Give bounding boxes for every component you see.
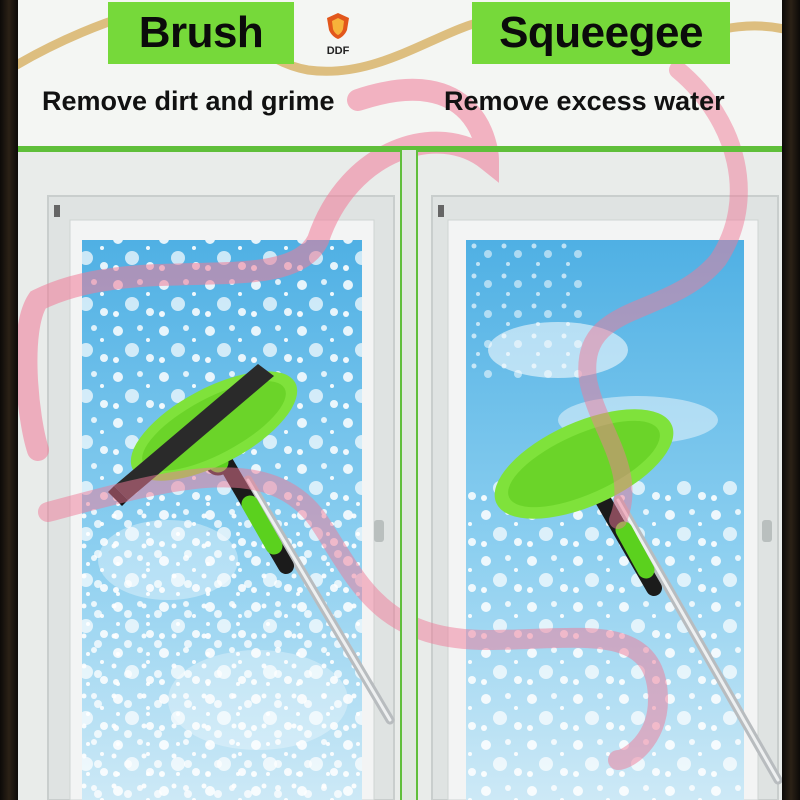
shield-logo-icon	[327, 13, 349, 39]
squeegee-title: Squeegee	[499, 8, 703, 57]
brush-title: Brush	[138, 8, 264, 57]
brush-caption: Remove dirt and grime	[42, 86, 335, 116]
right-border	[782, 0, 800, 800]
brush-title-box: Brush	[108, 2, 294, 64]
squeegee-caption: Remove excess water	[444, 86, 725, 116]
squeegee-title-box: Squeegee	[472, 2, 730, 64]
brand-logo: DDF	[318, 12, 358, 57]
left-border	[0, 0, 18, 800]
product-card: Brush DDF Squeegee Remove dirt and grime…	[18, 0, 782, 800]
product-image: Brush DDF Squeegee Remove dirt and grime…	[0, 0, 800, 800]
logo-text: DDF	[326, 45, 350, 57]
panel-divider	[400, 150, 418, 800]
